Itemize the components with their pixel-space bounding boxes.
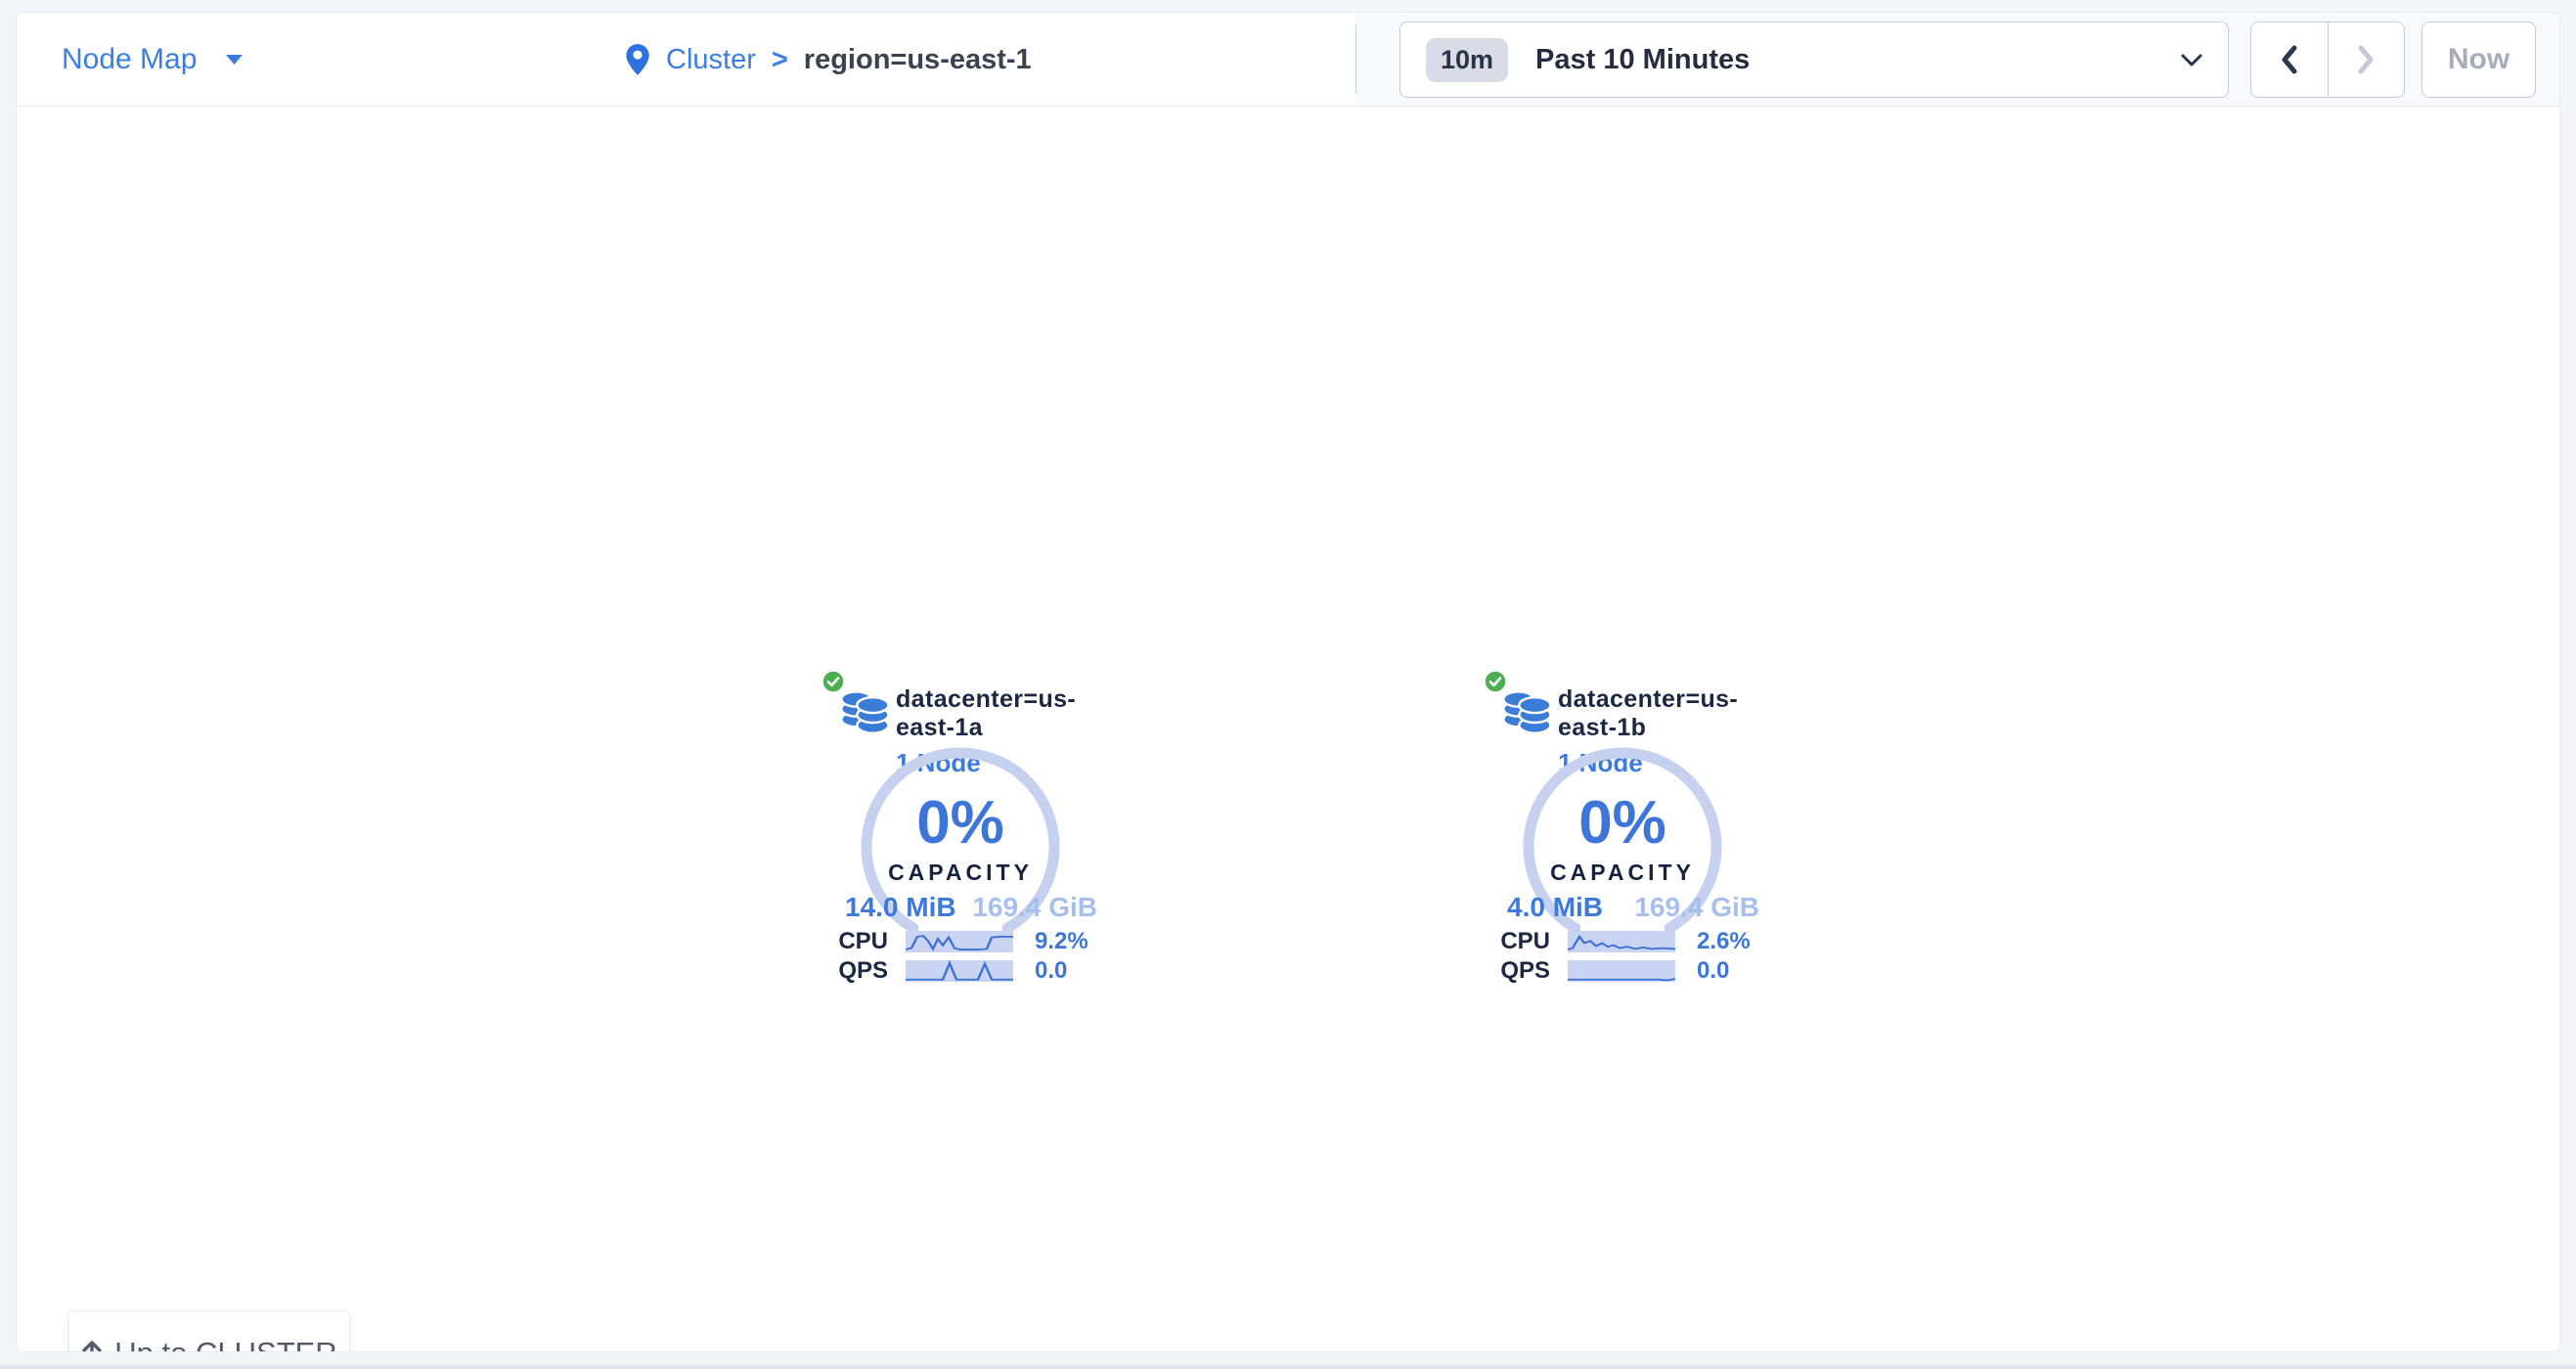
capacity-used: 14.0 MiB — [845, 892, 956, 923]
chevron-right-icon — [2356, 44, 2376, 75]
locality-card-us-east-1b[interactable]: datacenter=us-east-1b 1 Node 0% CAPACITY… — [1466, 668, 1779, 991]
time-window-badge: 10m — [1426, 38, 1508, 82]
cpu-metric-row: CPU 2.6% — [1466, 930, 1779, 953]
time-window-dropdown[interactable]: 10m Past 10 Minutes — [1399, 22, 2229, 98]
time-prev-button[interactable] — [2251, 22, 2329, 97]
time-next-button[interactable] — [2329, 22, 2405, 97]
breadcrumb: Cluster > region=us-east-1 — [625, 13, 1032, 107]
database-stack-icon — [1501, 689, 1552, 734]
location-pin-icon — [625, 43, 650, 76]
up-to-cluster-label: Up to CLUSTER — [114, 1336, 336, 1352]
time-window-label: Past 10 Minutes — [1535, 44, 2154, 76]
top-bar: Node Map Cluster > region=us-east-1 10m … — [17, 13, 2559, 107]
qps-metric-row: QPS 0.0 — [804, 959, 1117, 983]
capacity-used: 4.0 MiB — [1507, 892, 1603, 923]
cpu-metric-row: CPU 9.2% — [804, 930, 1117, 953]
node-map-panel: Node Map Cluster > region=us-east-1 10m … — [16, 12, 2560, 1352]
database-stack-icon — [839, 689, 890, 734]
time-nav-group — [2250, 22, 2405, 98]
cpu-label: CPU — [1466, 930, 1550, 953]
capacity-caption: CAPACITY — [853, 860, 1068, 886]
now-button[interactable]: Now — [2421, 22, 2536, 98]
locality-name: datacenter=us-east-1b — [1558, 685, 1779, 742]
locality-card-us-east-1a[interactable]: datacenter=us-east-1a 1 Node 0% CAPACITY… — [804, 668, 1117, 991]
breadcrumb-current-location: region=us-east-1 — [804, 44, 1032, 76]
up-to-cluster-button[interactable]: Up to CLUSTER — [68, 1310, 350, 1352]
cpu-sparkline — [906, 931, 1013, 952]
qps-sparkline — [1568, 960, 1675, 982]
time-controls: 10m Past 10 Minutes Now — [1355, 13, 2559, 106]
locality-name: datacenter=us-east-1a — [896, 685, 1117, 742]
qps-label: QPS — [1466, 959, 1550, 983]
cpu-value: 9.2% — [1035, 930, 1088, 953]
cpu-label: CPU — [804, 930, 888, 953]
qps-metric-row: QPS 0.0 — [1466, 959, 1779, 983]
chevron-down-icon — [2181, 54, 2202, 66]
capacity-percentage: 0% — [1515, 793, 1730, 854]
capacity-total: 169.4 GiB — [972, 892, 1097, 923]
breadcrumb-cluster-link[interactable]: Cluster — [666, 44, 756, 76]
capacity-total: 169.4 GiB — [1634, 892, 1759, 923]
qps-sparkline — [906, 960, 1013, 982]
breadcrumb-separator: > — [772, 44, 788, 76]
cpu-sparkline — [1568, 931, 1675, 952]
qps-value: 0.0 — [1697, 959, 1729, 983]
view-selector-label: Node Map — [62, 43, 197, 76]
view-selector-dropdown[interactable]: Node Map — [62, 13, 243, 107]
chevron-left-icon — [2280, 44, 2299, 75]
node-map-canvas: datacenter=us-east-1a 1 Node 0% CAPACITY… — [17, 108, 2559, 1351]
cpu-value: 2.6% — [1697, 930, 1751, 953]
capacity-values-row: 4.0 MiB 169.4 GiB — [1507, 892, 1759, 923]
qps-value: 0.0 — [1035, 959, 1067, 983]
capacity-caption: CAPACITY — [1515, 860, 1730, 886]
capacity-percentage: 0% — [853, 793, 1068, 854]
capacity-values-row: 14.0 MiB 169.4 GiB — [845, 892, 1097, 923]
qps-label: QPS — [804, 959, 888, 983]
arrow-up-icon — [81, 1340, 103, 1352]
caret-down-icon — [226, 55, 243, 65]
